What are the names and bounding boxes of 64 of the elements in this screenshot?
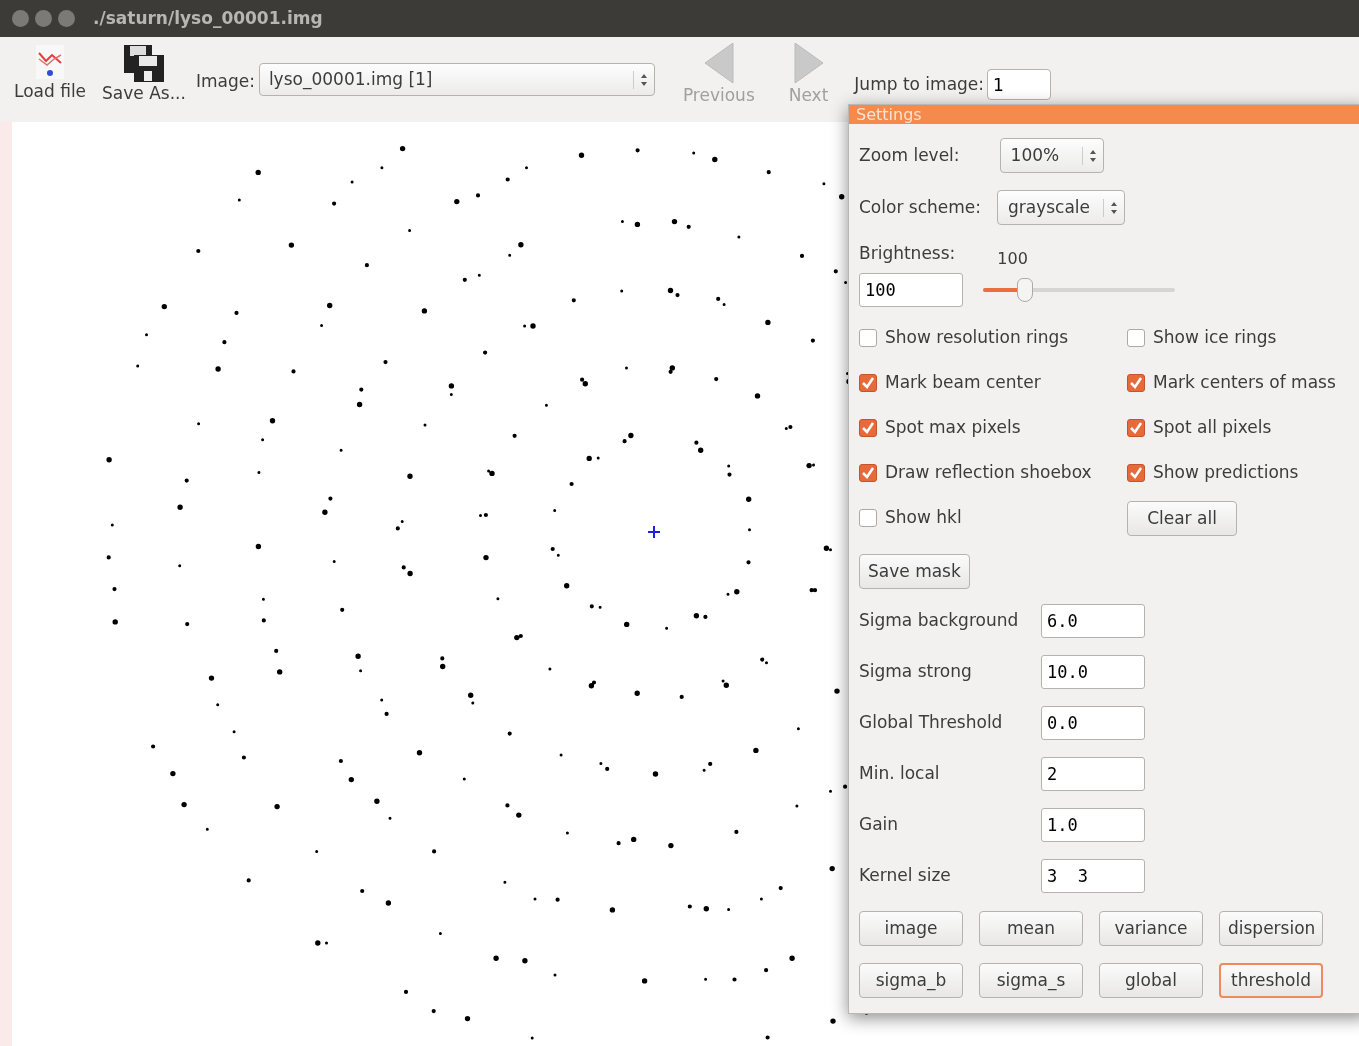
- minimize-icon[interactable]: [35, 10, 52, 27]
- zoom-label: Zoom level:: [859, 143, 960, 167]
- clear-all-button[interactable]: Clear all: [1127, 501, 1237, 536]
- checkbox[interactable]: [859, 374, 877, 392]
- floppy-disks-icon: [122, 43, 166, 83]
- save-mask-button[interactable]: Save mask: [859, 554, 970, 589]
- view-button[interactable]: mean: [979, 911, 1083, 946]
- save-as-button[interactable]: Save As...: [96, 43, 192, 104]
- checkbox-label: Draw reflection shoebox: [885, 461, 1092, 485]
- panel-title: Settings: [849, 105, 1359, 124]
- right-arrow-icon: [792, 43, 825, 85]
- brightness-reading: 100: [997, 248, 1028, 270]
- parameter-label: Min. local: [859, 761, 941, 785]
- brightness-label: Brightness:: [859, 242, 956, 265]
- checkbox[interactable]: [1127, 329, 1145, 347]
- checkbox-label: Show hkl: [885, 506, 962, 530]
- color-scheme-label: Color scheme:: [859, 195, 981, 219]
- jump-field[interactable]: 1: [987, 69, 1052, 100]
- close-icon[interactable]: [12, 10, 29, 27]
- checkbox[interactable]: [1127, 464, 1145, 482]
- parameter-field[interactable]: 6.0: [1041, 603, 1145, 638]
- checkbox-label: Mark centers of mass: [1153, 371, 1336, 395]
- image-label: Image:: [195, 70, 255, 93]
- checkbox-label: Show resolution rings: [885, 326, 1069, 350]
- checkbox[interactable]: [1127, 374, 1145, 392]
- checkbox-label: Spot max pixels: [885, 416, 1021, 440]
- load-file-button[interactable]: Load file: [8, 43, 93, 102]
- parameter-field[interactable]: 10.0: [1041, 654, 1145, 689]
- parameter-label: Global Threshold: [859, 710, 1004, 734]
- view-button[interactable]: sigma_b: [859, 963, 963, 998]
- parameter-field[interactable]: 1.0: [1041, 807, 1145, 842]
- view-button[interactable]: global: [1099, 963, 1203, 998]
- parameter-label: Sigma strong: [859, 659, 973, 683]
- checkbox-label: Show predictions: [1153, 461, 1299, 485]
- checkbox-label: Mark beam center: [885, 371, 1041, 395]
- checkbox-label: Spot all pixels: [1153, 416, 1272, 440]
- jump-label: Jump to image:: [854, 73, 985, 96]
- checkbox-label: Show ice rings: [1153, 326, 1277, 350]
- parameter-field[interactable]: 2: [1041, 756, 1145, 791]
- checkbox[interactable]: [859, 464, 877, 482]
- chart-document-icon: [34, 43, 67, 81]
- brightness-field[interactable]: 100: [859, 273, 963, 307]
- checkbox[interactable]: [859, 509, 877, 527]
- slider-thumb[interactable]: [1017, 278, 1034, 302]
- maximize-icon[interactable]: [58, 10, 75, 27]
- checkbox[interactable]: [1127, 419, 1145, 437]
- left-arrow-icon: [702, 43, 735, 85]
- view-button[interactable]: threshold: [1219, 963, 1323, 998]
- color-scheme-select[interactable]: grayscale: [997, 190, 1125, 225]
- parameter-field[interactable]: 0.0: [1041, 705, 1145, 740]
- zoom-select[interactable]: 100%: [999, 138, 1104, 173]
- view-button[interactable]: image: [859, 911, 963, 946]
- parameter-label: Sigma background: [859, 608, 1020, 632]
- checkbox[interactable]: [859, 419, 877, 437]
- view-button[interactable]: variance: [1099, 911, 1203, 946]
- window-title: ./saturn/lyso_00001.img: [93, 6, 323, 30]
- view-button[interactable]: sigma_s: [979, 963, 1083, 998]
- parameter-field[interactable]: 3 3: [1041, 858, 1145, 893]
- brightness-slider[interactable]: [983, 277, 1175, 303]
- checkbox[interactable]: [859, 329, 877, 347]
- parameter-label: Kernel size: [859, 863, 952, 887]
- parameter-label: Gain: [859, 812, 900, 836]
- view-button[interactable]: dispersion: [1219, 911, 1323, 946]
- image-select[interactable]: lyso_00001.img [1]: [258, 63, 655, 96]
